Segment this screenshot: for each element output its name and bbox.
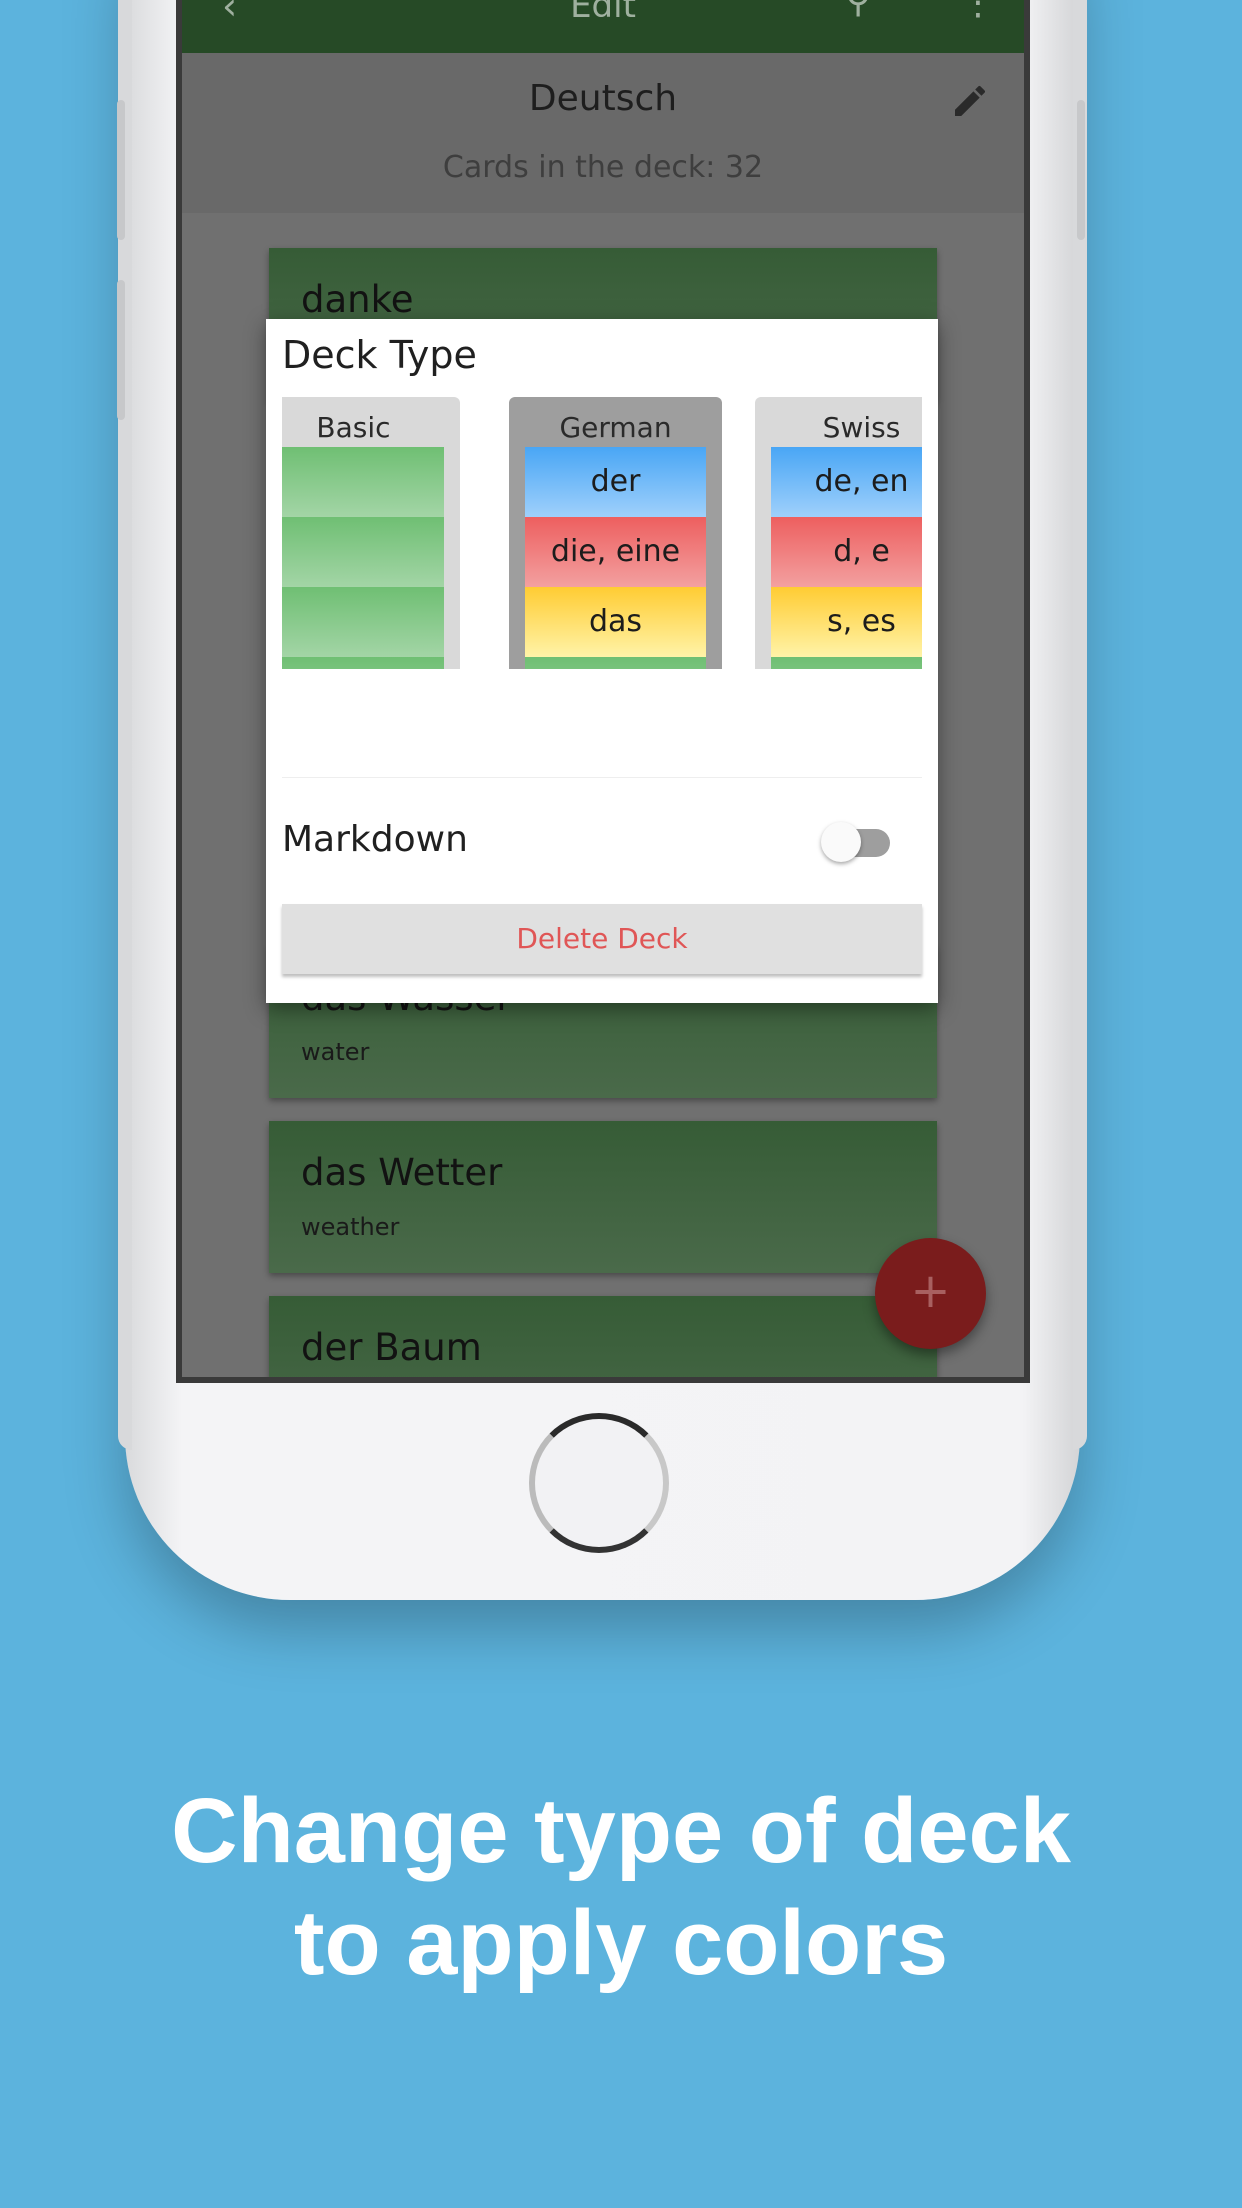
edit-pencil-icon[interactable] [950, 81, 990, 121]
divider [282, 777, 922, 778]
deck-type-german[interactable]: German der die, eine das other [509, 397, 722, 669]
color-band [282, 657, 444, 669]
search-icon[interactable]: ⚲ [845, 0, 871, 21]
deck-type-name: Basic [316, 411, 391, 444]
phone-volume-button [117, 100, 125, 240]
color-bands: de, en d, e s, es other [771, 447, 922, 669]
card-item[interactable]: das Wetter weather [269, 1121, 937, 1273]
deck-type-selector: Basic German der die, eine das other Swi… [282, 397, 922, 669]
deck-header: Deutsch Cards in the deck: 32 [182, 53, 1024, 213]
caption-line-2: to apply colors [293, 1892, 949, 1994]
app-bar-title: Edit [570, 0, 636, 26]
deck-type-swiss[interactable]: Swiss de, en d, e s, es other [755, 397, 922, 669]
card-meaning: water [301, 1038, 370, 1066]
color-bands [282, 447, 444, 669]
color-band [282, 447, 444, 517]
deck-type-basic[interactable]: Basic [282, 397, 460, 669]
markdown-label: Markdown [282, 819, 468, 860]
markdown-toggle-thumb[interactable] [821, 822, 861, 862]
deck-type-name: German [559, 411, 672, 444]
phone-power-button [1077, 100, 1085, 240]
color-band: der [525, 447, 706, 517]
deck-name: Deutsch [528, 78, 678, 119]
color-band [282, 587, 444, 657]
caption-line-1: Change type of deck [171, 1780, 1071, 1882]
dialog-title: Deck Type [282, 333, 477, 377]
color-bands: der die, eine das other [525, 447, 706, 669]
phone-home-button [529, 1413, 669, 1553]
deck-type-name: Swiss [822, 411, 901, 444]
color-band: other [525, 657, 706, 669]
color-band [282, 517, 444, 587]
card-item[interactable]: der Baum [269, 1296, 937, 1377]
color-band: das [525, 587, 706, 657]
more-vert-icon[interactable]: ⋮ [960, 0, 996, 23]
color-band: other [771, 657, 922, 669]
card-meaning: weather [301, 1213, 400, 1241]
color-band: de, en [771, 447, 922, 517]
add-card-button[interactable]: + [875, 1238, 986, 1349]
card-term: der Baum [301, 1326, 482, 1369]
phone-volume-button [117, 280, 125, 420]
color-band: d, e [771, 517, 922, 587]
card-term: das Wetter [301, 1151, 503, 1194]
promo-caption: Change type of deck to apply colors [0, 1775, 1242, 1999]
color-band: die, eine [525, 517, 706, 587]
app-bar: ‹ Edit ⚲ ⋮ [182, 0, 1024, 53]
color-band: s, es [771, 587, 922, 657]
deck-settings-dialog: Deck Type Basic German der die, eine das… [266, 319, 938, 1003]
delete-deck-button[interactable]: Delete Deck [282, 904, 922, 974]
card-term: danke [301, 278, 414, 321]
deck-card-count: Cards in the deck: 32 [442, 150, 764, 185]
